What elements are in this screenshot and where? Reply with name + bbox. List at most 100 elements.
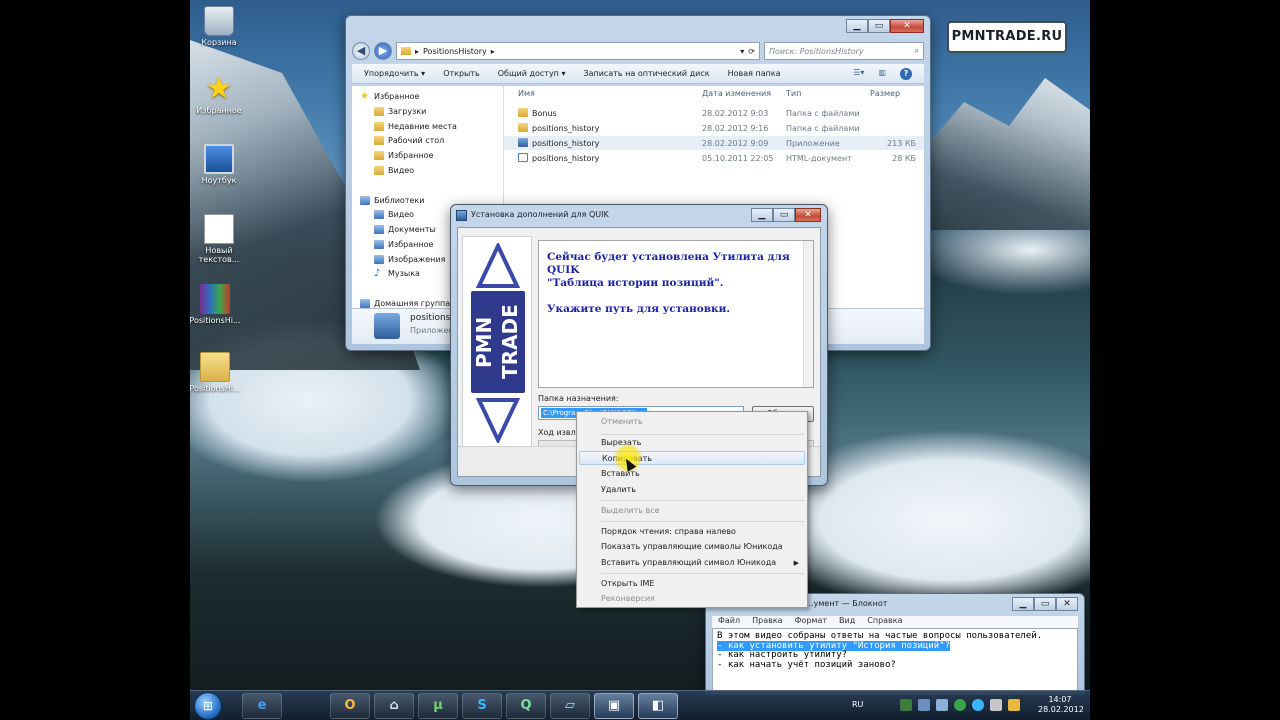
burn-button[interactable]: Записать на оптический диск — [583, 69, 709, 78]
taskbar-installer-icon[interactable]: ▣ — [594, 693, 634, 719]
menu-separator — [601, 521, 805, 522]
nav-homegroup[interactable]: Домашняя группа — [360, 299, 450, 308]
nav-libraries[interactable]: Библиотеки — [360, 196, 424, 205]
refresh-icon[interactable]: ⟳ — [748, 47, 755, 56]
open-button[interactable]: Открыть — [443, 69, 480, 78]
menu-edit[interactable]: Правка — [752, 616, 782, 628]
new-folder-button[interactable]: Новая папка — [728, 69, 781, 78]
search-input[interactable]: Поиск: PositionsHistory ⌕ — [764, 42, 924, 60]
tray-network-icon[interactable] — [918, 699, 930, 711]
installer-titlebar[interactable]: Установка дополнений для QUIK ▁ ▭ ✕ — [451, 205, 827, 227]
tray-volume-icon[interactable] — [936, 699, 948, 711]
file-row[interactable]: positions_history 05.10.2011 22:05 HTML-… — [504, 151, 924, 165]
taskbar: ⊞ e O ⌂ µ S Q ▱ ▣ ◧ RU 14:07 28.02.2012 — [190, 690, 1090, 720]
menu-item-open-ime[interactable]: Открыть IME — [601, 577, 654, 591]
recycle-bin-icon — [204, 6, 234, 36]
menu-help[interactable]: Справка — [867, 616, 902, 628]
file-row[interactable]: positions_history 28.02.2012 9:09 Прилож… — [504, 136, 924, 150]
minimize-button[interactable]: ▁ — [751, 208, 773, 222]
tray-utorrent-icon[interactable] — [954, 699, 966, 711]
column-headers: Имя Дата изменения Тип Размер — [504, 86, 924, 102]
menu-item-undo[interactable]: Отменить — [601, 415, 643, 429]
taskbar-notes-icon[interactable]: ▱ — [550, 693, 590, 719]
text-line: - как начать учёт позиций заново? — [717, 659, 896, 670]
taskbar-network-icon[interactable]: ⌂ — [374, 693, 414, 719]
start-button[interactable]: ⊞ — [194, 692, 222, 720]
tray-skype-icon[interactable] — [972, 699, 984, 711]
minimize-button[interactable]: ▁ — [846, 19, 868, 33]
nav-item-favorites[interactable]: Избранное — [374, 151, 433, 160]
notepad-text-area[interactable]: В этом видео собраны ответы на частые во… — [712, 628, 1078, 695]
maximize-button[interactable]: ▭ — [868, 19, 890, 33]
language-indicator[interactable]: RU — [852, 700, 863, 709]
help-icon[interactable]: ? — [900, 67, 912, 80]
folder-icon — [200, 352, 230, 382]
star-icon: ★ — [205, 71, 233, 106]
nav-item-lib-documents[interactable]: Документы — [374, 225, 436, 234]
close-button[interactable]: ✕ — [795, 208, 821, 222]
taskbar-quik-icon[interactable]: Q — [506, 693, 546, 719]
taskbar-setup-icon[interactable]: ◧ — [638, 693, 678, 719]
taskbar-utorrent-icon[interactable]: µ — [418, 693, 458, 719]
nav-item-lib-pictures[interactable]: Изображения — [374, 255, 445, 264]
nav-item-lib-favorites[interactable]: Избранное — [374, 240, 433, 249]
clock[interactable]: 14:07 28.02.2012 — [1038, 695, 1084, 715]
computer-icon — [204, 144, 234, 174]
taskbar-ie-icon[interactable]: e — [242, 693, 282, 719]
column-name[interactable]: Имя — [518, 89, 535, 98]
desktop-icon-text-document[interactable]: Новый текстов... — [190, 214, 248, 264]
vertical-scrollbar[interactable] — [803, 241, 813, 387]
address-bar[interactable]: ▸ PositionsHistory ▸ ▾ ⟳ — [396, 42, 760, 60]
desktop-icon-favorites[interactable]: ★ Избранное — [190, 71, 248, 116]
back-button[interactable]: ◀ — [352, 42, 370, 60]
explorer-titlebar[interactable]: ▁ ▭ ✕ — [346, 16, 930, 38]
pmn-trade-logo: PMN TRADE — [462, 236, 532, 450]
desktop-icon-folder[interactable]: PositionsHi... — [190, 352, 244, 393]
file-row[interactable]: Bonus 28.02.2012 9:03 Папка с файлами — [504, 106, 924, 120]
organize-button[interactable]: Упорядочить ▾ — [364, 69, 425, 78]
menu-file[interactable]: Файл — [718, 616, 740, 628]
desktop-icon-recycle-bin[interactable]: Корзина — [190, 6, 248, 47]
view-options-icon[interactable]: ☰▾ — [853, 68, 864, 80]
nav-item-desktop[interactable]: Рабочий стол — [374, 136, 444, 145]
nav-item-downloads[interactable]: Загрузки — [374, 107, 426, 116]
menu-view[interactable]: Вид — [839, 616, 855, 628]
column-date[interactable]: Дата изменения — [702, 89, 771, 98]
menu-item-show-unicode[interactable]: Показать управляющие символы Юникода — [601, 540, 783, 554]
close-button[interactable]: ✕ — [890, 19, 924, 33]
column-size[interactable]: Размер — [870, 89, 900, 98]
nav-item-recent[interactable]: Недавние места — [374, 122, 457, 131]
menu-item-delete[interactable]: Удалить — [601, 483, 636, 497]
share-button[interactable]: Общий доступ ▾ — [498, 69, 566, 78]
nav-item-lib-music[interactable]: ♪ Музыка — [374, 269, 420, 279]
menu-item-reconversion[interactable]: Реконверсия — [601, 592, 655, 606]
minimize-button[interactable]: ▁ — [1012, 597, 1034, 611]
taskbar-skype-icon[interactable]: S — [462, 693, 502, 719]
tray-flag-icon[interactable] — [1008, 699, 1020, 711]
menu-item-rtl-reading[interactable]: Порядок чтения: справа налево — [601, 525, 736, 539]
nav-favorites[interactable]: ★ Избранное — [360, 91, 419, 102]
menu-separator — [601, 573, 805, 574]
file-row[interactable]: positions_history 28.02.2012 9:16 Папка … — [504, 121, 924, 135]
tray-app-icon[interactable] — [900, 699, 912, 711]
search-icon: ⌕ — [914, 46, 919, 55]
maximize-button[interactable]: ▭ — [1034, 597, 1056, 611]
desktop-icon-archive[interactable]: PositionsHi... — [190, 284, 244, 325]
close-button[interactable]: ✕ — [1056, 597, 1078, 611]
menu-item-select-all[interactable]: Выделить все — [601, 504, 660, 518]
column-type[interactable]: Тип — [786, 89, 801, 98]
window-title: ...умент — Блокнот — [806, 599, 888, 608]
chevron-down-icon[interactable]: ▾ — [740, 47, 744, 56]
desktop-icon-computer[interactable]: Ноутбук — [190, 144, 248, 185]
maximize-button[interactable]: ▭ — [773, 208, 795, 222]
nav-item-video[interactable]: Видео — [374, 166, 414, 175]
menu-format[interactable]: Формат — [795, 616, 827, 628]
taskbar-outlook-icon[interactable]: O — [330, 693, 370, 719]
nav-item-lib-video[interactable]: Видео — [374, 210, 414, 219]
preview-pane-icon[interactable]: ▥ — [878, 68, 886, 80]
star-icon: ★ — [360, 91, 369, 102]
tray-monitor-icon[interactable] — [990, 699, 1002, 711]
menu-item-insert-unicode[interactable]: Вставить управляющий символ Юникода — [601, 556, 776, 570]
menu-item-copy[interactable]: Копировать — [579, 451, 805, 465]
forward-button[interactable]: ▶ — [374, 42, 392, 60]
